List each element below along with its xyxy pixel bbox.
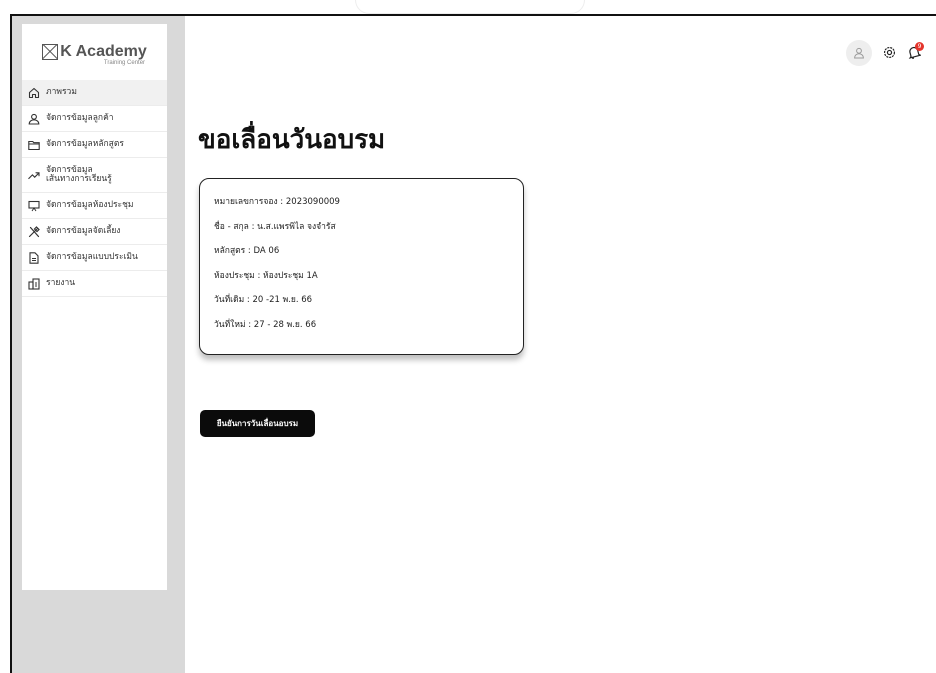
utensils-icon [28,225,40,238]
sidebar-item-label: ภาพรวม [46,87,77,98]
sidebar-item-customers[interactable]: จัดการข้อมูลลูกค้า [22,106,167,132]
sidebar-item-evaluation[interactable]: จัดการข้อมูลแบบประเมิน [22,245,167,271]
booking-details-card: หมายเลขการจอง : 2023090009 ชื่อ - สกุล :… [199,178,524,355]
new-date: วันที่ใหม่ : 27 - 28 พ.ย. 66 [214,319,317,330]
booking-number: หมายเลขการจอง : 2023090009 [214,197,340,207]
user-icon [853,44,865,63]
header-watermark [355,0,585,14]
logo-title: K Academy [60,42,147,60]
meeting-room: ห้องประชุม : ห้องประชุม 1A [214,270,318,281]
sidebar-item-label: จัดการข้อมูลห้องประชุม [46,200,134,211]
sidebar-item-label: จัดการข้อมูลจัดเลี้ยง [46,226,121,237]
home-icon [28,87,40,99]
trend-icon [28,169,40,181]
notification-badge: 9 [915,42,924,51]
sidebar-item-label: จัดการข้อมูล เส้นทางการเรียนรู้ [46,165,112,184]
sidebar-item-meeting-rooms[interactable]: จัดการข้อมูลห้องประชุม [22,193,167,219]
sidebar-item-label: รายงาน [46,278,76,289]
confirm-reschedule-button[interactable]: ยืนยันการวันเลื่อนอบรม [200,410,315,437]
logo-mark-icon [42,43,59,60]
customer-name: ชื่อ - สกุล : น.ส.แพรพิไล จงจำรัส [214,221,336,232]
logo[interactable]: K Academy Training Center [22,24,167,80]
logo-subtitle: Training Center [103,59,146,66]
top-toolbar: 9 [846,40,924,66]
document-icon [28,251,40,264]
notifications-button[interactable]: 9 [906,42,924,61]
page-title: ขอเลื่อนวันอบรม [198,125,386,155]
original-date: วันที่เดิม : 20 -21 พ.ย. 66 [214,295,313,305]
avatar[interactable] [846,40,872,66]
sidebar-item-label: จัดการข้อมูลลูกค้า [46,113,114,124]
building-icon [28,277,40,290]
sidebar-item-learning-path[interactable]: จัดการข้อมูล เส้นทางการเรียนรู้ [22,158,167,193]
sidebar-nav: ภาพรวม จัดการข้อมูลลูกค้า จัดการข้อมูลหล… [22,80,167,297]
course-name: หลักสูตร : DA 06 [214,246,280,256]
folder-icon [28,139,40,151]
sidebar-item-reports[interactable]: รายงาน [22,271,167,297]
settings-button[interactable] [881,45,897,61]
sidebar-item-catering[interactable]: จัดการข้อมูลจัดเลี้ยง [22,219,167,245]
sidebar: K Academy Training Center ภาพรวม จัดการข… [22,24,167,590]
sidebar-item-overview[interactable]: ภาพรวม [22,80,167,106]
sidebar-item-courses[interactable]: จัดการข้อมูลหลักสูตร [22,132,167,158]
gear-icon [883,44,896,63]
user-icon [28,113,40,125]
sidebar-item-label: จัดการข้อมูลแบบประเมิน [46,252,138,263]
presentation-icon [28,200,40,212]
sidebar-item-label: จัดการข้อมูลหลักสูตร [46,139,124,150]
